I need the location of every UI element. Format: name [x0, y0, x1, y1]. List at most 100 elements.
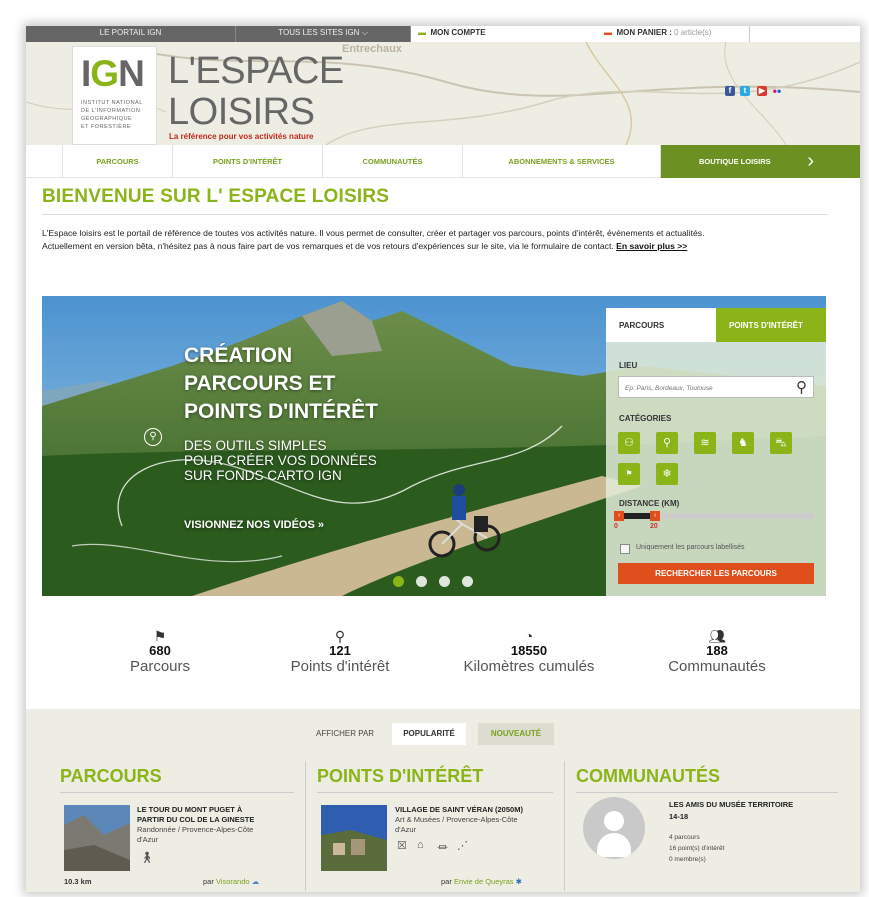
site-tagline: La référence pour vos activités nature — [169, 132, 314, 141]
communaute-item-title[interactable]: LES AMIS DU MUSÉE TERRITOIRE 14-18 — [669, 800, 793, 821]
avatar-head — [604, 811, 624, 831]
avatar[interactable] — [583, 797, 645, 859]
tab-points-interet[interactable]: POINTS D'INTÉRÊT — [716, 308, 826, 342]
intro-line1: L'Espace loisirs est le portail de référ… — [42, 228, 705, 238]
nav-abonnements-label: ABONNEMENTS & SERVICES — [508, 157, 615, 166]
parcours-item-title[interactable]: LE TOUR DU MONT PUGET À PARTIR DU COL DE … — [137, 805, 254, 824]
item-meta-line: d'Azur — [137, 834, 159, 844]
site-title-line2: LOISIRS — [168, 91, 315, 133]
stat-communautes: 👥︎ 188 Communautés — [637, 628, 797, 675]
institut-text: INSTITUT NATIONAL DE L'INFORMATION GÉOGR… — [81, 99, 143, 131]
nav-parcours[interactable]: PARCOURS — [62, 145, 172, 178]
intro-line2: Actuellement en version bêta, n'hésitez … — [42, 240, 832, 253]
cart-icon: ▬ — [604, 28, 612, 37]
distance-slider[interactable] — [618, 513, 814, 519]
en-savoir-plus-link[interactable]: En savoir plus >> — [616, 241, 687, 251]
lieu-input[interactable] — [619, 378, 789, 399]
carousel-dot[interactable] — [462, 576, 473, 587]
water-category-icon[interactable]: ≋ — [694, 432, 716, 454]
labellises-checkbox[interactable] — [620, 544, 630, 554]
carousel-dot[interactable] — [393, 576, 404, 587]
carousel-dot[interactable] — [416, 576, 427, 587]
labellises-label: Uniquement les parcours labellisés — [636, 544, 745, 551]
car-category-icon[interactable]: ⛍ — [770, 432, 792, 454]
snow-category-icon[interactable]: ❄ — [656, 463, 678, 485]
nav-boutique-label: BOUTIQUE LOISIRS — [699, 157, 771, 166]
tous-les-sites-dropdown[interactable]: TOUS LES SITES IGN ⌵ — [236, 26, 411, 42]
chevron-down-icon: ⌵ — [361, 28, 368, 37]
site-title: L'ESPACE LOISIRS — [168, 51, 344, 133]
group-icon: 👥︎ — [708, 628, 726, 644]
nav-communautes-label: COMMUNAUTÉS — [362, 157, 423, 166]
categories-label: CATÉGORIES — [619, 414, 672, 423]
ign-logo[interactable]: IGN INSTITUT NATIONAL DE L'INFORMATION G… — [72, 46, 157, 145]
author-link[interactable]: Envie de Queyras — [454, 877, 514, 886]
sort-nouveaute-button[interactable]: NOUVEAUTÉ — [478, 723, 554, 745]
item-title-line: LES AMIS DU MUSÉE TERRITOIRE — [669, 800, 794, 809]
videos-link[interactable]: VISIONNEZ NOS VIDÉOS » — [184, 519, 324, 531]
institut-line: DE L'INFORMATION — [81, 108, 141, 114]
hero-banner: CRÉATION PARCOURS ET POINTS D'INTÉRÊT ⚲ … — [42, 296, 826, 596]
portail-ign-link[interactable]: LE PORTAIL IGN — [26, 26, 236, 42]
stat-label: Communautés — [668, 658, 766, 675]
facebook-icon[interactable]: f — [725, 86, 735, 96]
sort-popularite-button[interactable]: POPULARITÉ — [392, 723, 466, 745]
points-item-title[interactable]: VILLAGE DE SAINT VÉRAN (2050M) — [395, 805, 523, 815]
stat-number: 188 — [706, 643, 728, 658]
hero-subtitle-line: POUR CRÉER VOS DONNÉES — [184, 453, 377, 468]
item-meta-line: 4 parcours — [669, 834, 700, 841]
horse-category-icon[interactable]: ♞ — [732, 432, 754, 454]
slider-min-handle[interactable]: › — [614, 511, 624, 521]
institut-line: ET FORESTIÈRE — [81, 124, 132, 130]
top-bar: LE PORTAIL IGN TOUS LES SITES IGN ⌵ ▬ MO… — [26, 26, 860, 42]
map-place-label: Entrechaux — [342, 43, 403, 55]
points-thumbnail[interactable] — [321, 805, 387, 871]
stat-number: 18550 — [510, 643, 548, 658]
stat-points: ⚲ 121 Points d'intérêt — [260, 628, 420, 675]
item-title-line: 14-18 — [669, 811, 689, 821]
divider — [576, 792, 838, 793]
hiking-category-icon[interactable]: ⚇ — [618, 432, 640, 454]
nav-boutique[interactable]: BOUTIQUE LOISIRS › — [660, 145, 860, 178]
parcours-thumbnail[interactable] — [64, 805, 130, 871]
ign-wordmark: IGN — [81, 53, 145, 94]
main-nav: PARCOURS POINTS D'INTÉRÊT COMMUNAUTÉS AB… — [26, 145, 860, 178]
item-title-line: PARTIR DU COL DE LA GINESTE — [137, 814, 255, 824]
nav-abonnements[interactable]: ABONNEMENTS & SERVICES — [462, 145, 660, 178]
youtube-icon[interactable]: ▶ — [757, 86, 767, 96]
flickr-icon[interactable]: •• — [772, 85, 782, 97]
column-separator — [564, 761, 565, 891]
slider-max-handle[interactable]: ‹ — [650, 511, 660, 521]
par-label: par — [441, 877, 452, 886]
trail-category-icon[interactable]: ⚑ — [618, 463, 640, 485]
carousel-dot[interactable] — [439, 576, 450, 587]
mon-panier-link[interactable]: ▬ MON PANIER : 0 article(s) — [604, 26, 750, 42]
nav-points-interet[interactable]: POINTS D'INTÉRÊT — [172, 145, 322, 178]
author-link[interactable]: Visorando — [216, 877, 250, 886]
points-heading: POINTS D'INTÉRÊT — [317, 766, 484, 786]
rechercher-parcours-button[interactable]: RECHERCHER LES PARCOURS — [618, 563, 814, 584]
lieu-label: LIEU — [619, 361, 638, 370]
speedometer-icon: ◔ — [524, 628, 534, 644]
parcours-author: par Visorando ☁ — [203, 877, 259, 886]
visorando-logo-icon: ☁ — [251, 877, 260, 886]
hero-title: CRÉATION PARCOURS ET POINTS D'INTÉRÊT — [184, 342, 378, 426]
nav-communautes[interactable]: COMMUNAUTÉS — [322, 145, 462, 178]
twitter-icon[interactable]: t — [740, 86, 750, 96]
site-title-line1: L'ESPACE — [168, 50, 344, 92]
item-meta-line: 0 membre(s) — [669, 856, 706, 863]
distance-label: DISTANCE (KM) — [619, 499, 680, 508]
points-item-meta: Art & Musées / Provence-Alpes-Côte d'Azur — [395, 815, 518, 834]
page-title: BIENVENUE SUR L' ESPACE LOISIRS — [42, 186, 390, 207]
bike-category-icon[interactable]: ⚲ — [656, 432, 678, 454]
institut-line: GÉOGRAPHIQUE — [81, 116, 133, 122]
avatar-body — [597, 833, 631, 857]
points-author: par Envie de Queyras ✱ — [441, 877, 522, 886]
search-icon[interactable]: ⚲ — [796, 378, 807, 396]
site-header: Entrechaux IGN INSTITUT NATIONAL DE L'IN… — [26, 42, 860, 145]
stat-parcours: ⚑ 680 Parcours — [80, 628, 240, 675]
stat-label: Parcours — [129, 658, 191, 675]
mon-compte-link[interactable]: ▬ MON COMPTE — [418, 26, 598, 42]
tab-parcours[interactable]: PARCOURS — [606, 308, 716, 342]
mon-compte-label: MON COMPTE — [430, 28, 486, 37]
